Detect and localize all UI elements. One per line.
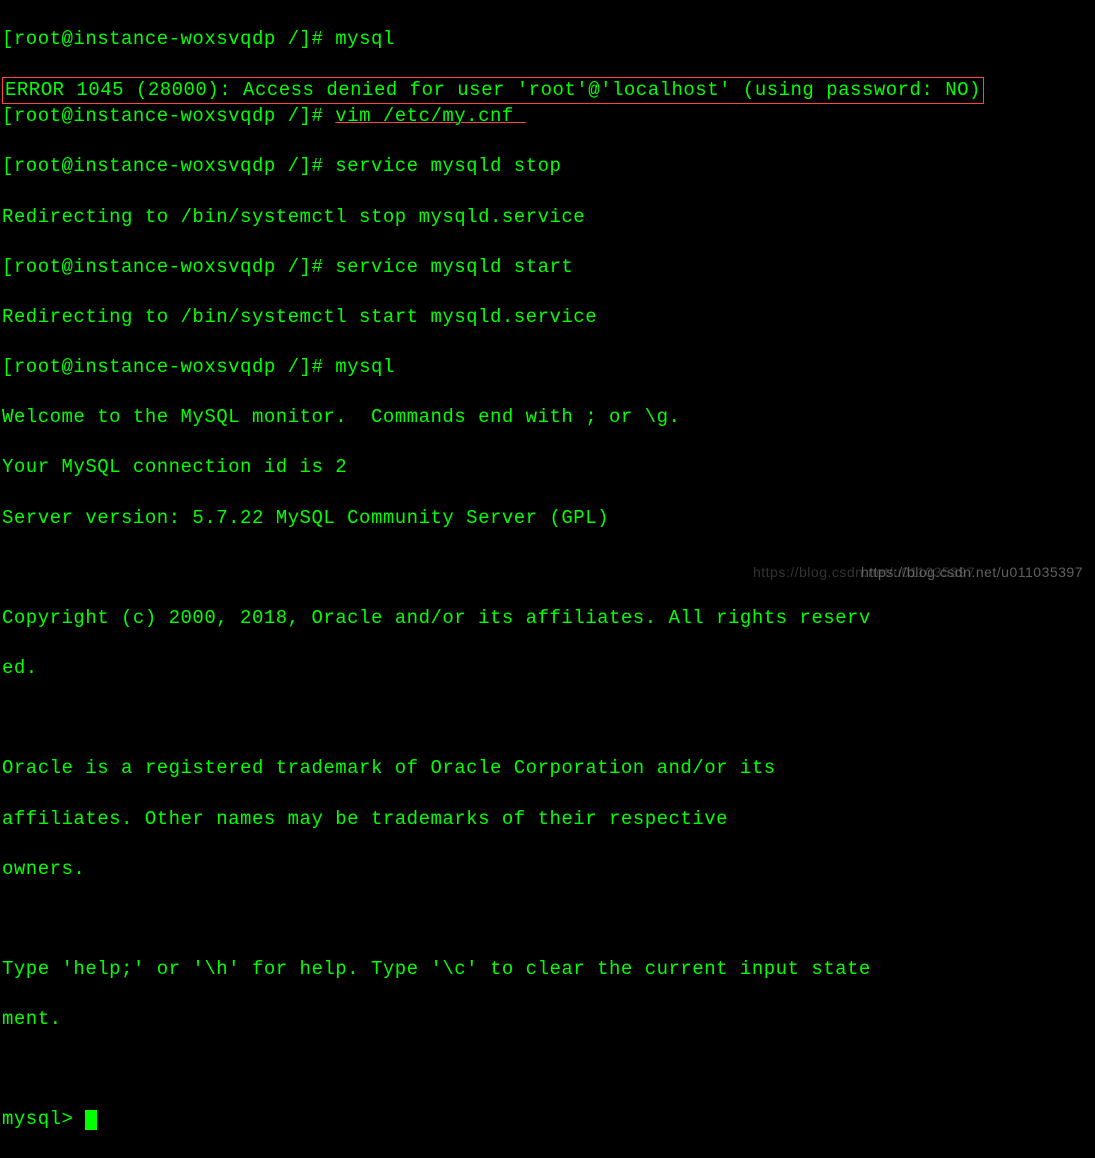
mysql-copyright-2: ed.	[2, 656, 1093, 681]
shell-prompt: [root@instance-woxsvqdp /]#	[2, 28, 335, 50]
mysql-trademark-2: affiliates. Other names may be trademark…	[2, 807, 1093, 832]
prompt-line-5: [root@instance-woxsvqdp /]# mysql	[2, 355, 1093, 380]
command-mysql: mysql	[335, 28, 395, 50]
watermark-text: https://blog.csdn.net/u011035397	[861, 563, 1083, 581]
mysql-help-2: ment.	[2, 1007, 1093, 1032]
error-message: ERROR 1045 (28000): Access denied for us…	[2, 77, 984, 104]
blank-line	[2, 706, 1093, 731]
blank-line	[2, 1057, 1093, 1082]
mysql-prompt-line[interactable]: mysql>	[2, 1107, 1093, 1132]
mysql-welcome-2: Your MySQL connection id is 2	[2, 455, 1093, 480]
prompt-line-4: [root@instance-woxsvqdp /]# service mysq…	[2, 255, 1093, 280]
shell-prompt: [root@instance-woxsvqdp /]#	[2, 155, 335, 177]
mysql-help-1: Type 'help;' or '\h' for help. Type '\c'…	[2, 957, 1093, 982]
command-vim: vim /etc/my.cnf	[335, 105, 525, 127]
command-service-stop: service mysqld stop	[335, 155, 561, 177]
mysql-copyright-1: Copyright (c) 2000, 2018, Oracle and/or …	[2, 606, 1093, 631]
shell-prompt: [root@instance-woxsvqdp /]#	[2, 356, 335, 378]
output-redirect-start: Redirecting to /bin/systemctl start mysq…	[2, 305, 1093, 330]
command-mysql-2: mysql	[335, 356, 395, 378]
mysql-trademark-1: Oracle is a registered trademark of Orac…	[2, 756, 1093, 781]
output-redirect-stop: Redirecting to /bin/systemctl stop mysql…	[2, 205, 1093, 230]
prompt-line-2: [root@instance-woxsvqdp /]# vim /etc/my.…	[2, 104, 1093, 129]
blank-line	[2, 907, 1093, 932]
shell-prompt: [root@instance-woxsvqdp /]#	[2, 256, 335, 278]
mysql-prompt: mysql>	[2, 1108, 85, 1130]
command-service-start: service mysqld start	[335, 256, 573, 278]
prompt-line-3: [root@instance-woxsvqdp /]# service mysq…	[2, 154, 1093, 179]
shell-prompt: [root@instance-woxsvqdp /]#	[2, 105, 335, 127]
mysql-trademark-3: owners.	[2, 857, 1093, 882]
mysql-welcome-1: Welcome to the MySQL monitor. Commands e…	[2, 405, 1093, 430]
cursor-icon	[85, 1110, 97, 1130]
prompt-line-1: [root@instance-woxsvqdp /]# mysql	[2, 27, 1093, 52]
mysql-welcome-3: Server version: 5.7.22 MySQL Community S…	[2, 506, 1093, 531]
